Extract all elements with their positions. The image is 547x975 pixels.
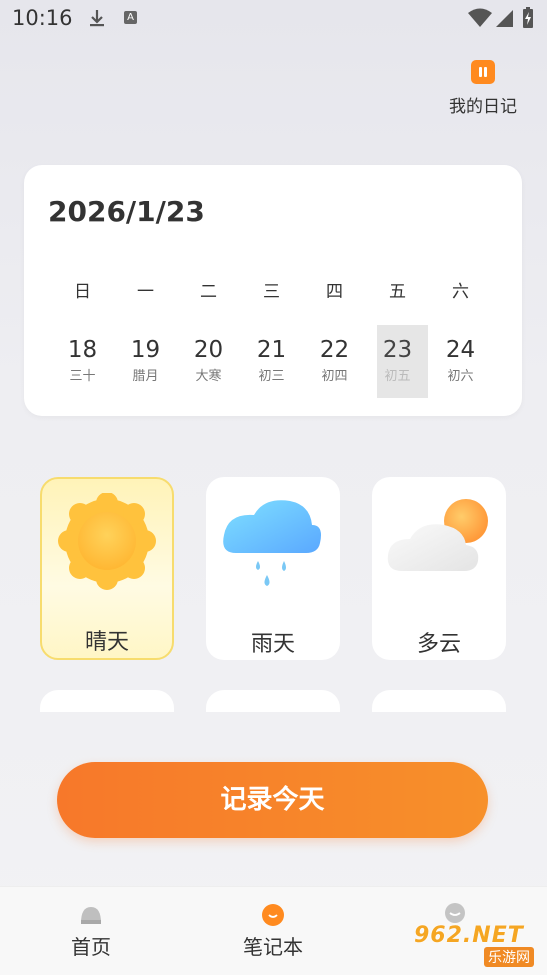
download-icon	[88, 8, 106, 33]
lunar-date: 腊月	[132, 369, 159, 384]
weekday-label: 五	[389, 282, 406, 302]
a-badge-icon: A	[124, 11, 137, 24]
weekday-label: 四	[326, 282, 343, 302]
day-number: 20	[193, 337, 224, 363]
calendar-day[interactable]: 18 三十	[51, 325, 114, 397]
lunar-date: 三十	[69, 369, 96, 384]
record-today-button[interactable]: 记录今天	[57, 762, 488, 838]
day-number: 24	[445, 337, 476, 363]
nav-label: 首页	[71, 935, 111, 959]
my-diary-button[interactable]: 我的日记	[443, 60, 523, 117]
weekday-label: 六	[452, 282, 469, 302]
weather-option-sunny[interactable]: 晴天	[40, 477, 174, 660]
watermark-logo: 962.NET 乐游网	[414, 923, 544, 967]
calendar-day[interactable]: 24 初六	[429, 325, 492, 397]
calendar-card: 2026/1/23 日 一 二 三 四 五 六 18 三十 19 腊月 20 大…	[24, 165, 522, 416]
wifi-icon	[468, 8, 492, 32]
weekday-label: 三	[263, 282, 280, 302]
weather-label: 多云	[416, 632, 461, 657]
weather-option-card[interactable]	[372, 690, 506, 712]
notebook-icon	[261, 903, 285, 926]
nav-item-home[interactable]: 首页	[36, 903, 146, 960]
nav-label: 笔记本	[243, 935, 303, 959]
status-bar: 10:16 A	[0, 0, 547, 40]
battery-icon	[522, 7, 534, 33]
watermark-subtext: 乐游网	[484, 947, 534, 967]
cloudy-icon	[372, 491, 506, 601]
weather-option-card[interactable]	[40, 690, 174, 712]
rain-cloud-icon	[206, 491, 340, 601]
lunar-date: 初五	[384, 369, 411, 384]
sun-icon	[42, 493, 172, 603]
watermark-text: 962.NET	[414, 923, 524, 948]
weather-label: 雨天	[250, 632, 295, 657]
calendar-day[interactable]: 20 大寒	[177, 325, 240, 397]
day-number: 22	[319, 337, 350, 363]
lunar-date: 初三	[258, 369, 285, 384]
my-diary-label: 我的日记	[449, 97, 517, 117]
calendar-day[interactable]: 22 初四	[303, 325, 366, 397]
weekday-label: 二	[200, 282, 217, 302]
weather-option-cloudy[interactable]: 多云	[372, 477, 506, 660]
profile-icon	[443, 903, 467, 925]
calendar-day-selected[interactable]: 23 初五	[366, 325, 429, 398]
home-icon	[79, 903, 103, 925]
day-number: 23	[382, 337, 413, 363]
weekday-row: 日 一 二 三 四 五 六	[51, 277, 492, 302]
day-row: 18 三十 19 腊月 20 大寒 21 初三 22 初四 23 初五 24 初…	[51, 325, 492, 398]
calendar-day[interactable]: 19 腊月	[114, 325, 177, 397]
day-number: 19	[130, 337, 161, 363]
pause-icon	[471, 60, 495, 84]
status-time: 10:16	[12, 6, 73, 30]
calendar-day[interactable]: 21 初三	[240, 325, 303, 397]
lunar-date: 初四	[321, 369, 348, 384]
day-number: 18	[67, 337, 98, 363]
weekday-label: 日	[74, 282, 91, 302]
nav-item-notebook[interactable]: 笔记本	[218, 903, 328, 960]
weather-label: 晴天	[84, 630, 129, 655]
day-number: 21	[256, 337, 287, 363]
lunar-date: 初六	[447, 369, 474, 384]
weather-option-rainy[interactable]: 雨天	[206, 477, 340, 660]
calendar-date: 2026/1/23	[48, 195, 205, 228]
signal-icon	[494, 8, 514, 32]
lunar-date: 大寒	[195, 369, 222, 384]
weekday-label: 一	[137, 282, 154, 302]
weather-option-card[interactable]	[206, 690, 340, 712]
